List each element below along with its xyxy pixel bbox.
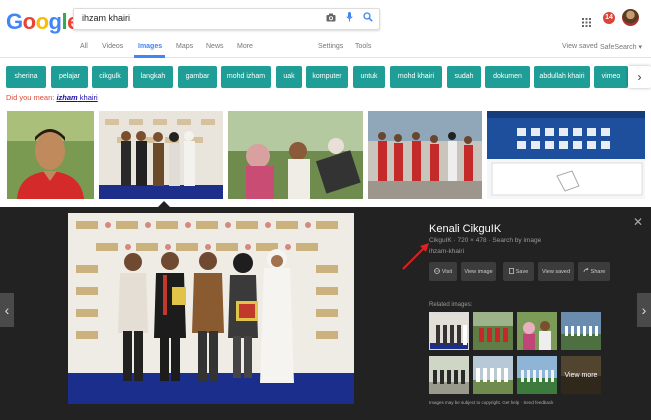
logo-letter: o bbox=[35, 9, 49, 34]
tab-all[interactable]: All bbox=[80, 43, 88, 50]
chip-langkah[interactable]: langkah bbox=[133, 66, 173, 88]
chip-sudah[interactable]: sudah bbox=[447, 66, 481, 88]
share-button[interactable]: Share bbox=[578, 262, 610, 281]
related-image-1[interactable] bbox=[429, 312, 469, 350]
did-you-mean-rest[interactable]: khairi bbox=[78, 93, 98, 102]
preview-image[interactable] bbox=[68, 213, 354, 404]
settings-link[interactable]: Settings bbox=[318, 43, 343, 50]
chip-gambar[interactable]: gambar bbox=[178, 66, 217, 88]
tab-news[interactable]: News bbox=[206, 43, 224, 50]
bookmark-icon bbox=[508, 267, 514, 276]
tab-images[interactable]: Images bbox=[138, 43, 162, 50]
chip-uak[interactable]: uak bbox=[276, 66, 302, 88]
tab-more[interactable]: More bbox=[237, 43, 253, 50]
globe-icon bbox=[433, 267, 440, 276]
tab-videos[interactable]: Videos bbox=[102, 43, 123, 50]
view-saved-link[interactable]: View saved bbox=[562, 43, 598, 50]
safesearch-dropdown[interactable]: SafeSearch ▾ bbox=[600, 43, 642, 51]
related-search-chips: sherina pelajar cikgulk langkah gambar m… bbox=[6, 66, 628, 88]
did-you-mean-prefix: Did you mean: bbox=[6, 93, 57, 102]
view-image-label: View image bbox=[464, 268, 493, 275]
chip-sherina[interactable]: sherina bbox=[6, 66, 46, 88]
chip-dokumen[interactable]: dokumen bbox=[485, 66, 530, 88]
preview-title[interactable]: Kenali CikguIK bbox=[429, 223, 501, 235]
chip-mohd-khairi[interactable]: mohd khairi bbox=[390, 66, 442, 88]
save-button[interactable]: Save bbox=[503, 262, 534, 281]
logo-letter: g bbox=[48, 9, 62, 34]
apps-grid-icon[interactable] bbox=[582, 14, 591, 32]
tab-maps[interactable]: Maps bbox=[176, 43, 193, 50]
related-image-6[interactable] bbox=[473, 356, 513, 394]
mic-icon[interactable] bbox=[346, 12, 353, 22]
image-result-3[interactable] bbox=[228, 111, 363, 199]
view-image-button[interactable]: View image bbox=[461, 262, 496, 281]
share-icon bbox=[583, 267, 589, 276]
preview-source-name: ihzam-khairi bbox=[429, 248, 465, 255]
search-icon[interactable] bbox=[363, 12, 373, 22]
google-images-page: Google 14 All Videos Images Maps New bbox=[0, 0, 651, 420]
chips-next-button[interactable]: › bbox=[628, 66, 651, 88]
tools-link[interactable]: Tools bbox=[355, 43, 371, 50]
search-box bbox=[73, 8, 380, 30]
related-image-view-more[interactable]: View more bbox=[561, 356, 601, 394]
red-arrow-annotation bbox=[402, 243, 429, 270]
visit-button[interactable]: Visit bbox=[429, 262, 457, 281]
related-image-3[interactable] bbox=[517, 312, 557, 350]
chip-komputer[interactable]: komputer bbox=[306, 66, 348, 88]
next-image-button[interactable]: › bbox=[637, 293, 651, 327]
close-preview-button[interactable]: ✕ bbox=[633, 215, 643, 229]
get-help-link[interactable]: Get help bbox=[502, 400, 519, 405]
previous-image-button[interactable]: ‹ bbox=[0, 293, 14, 327]
chip-abdullah-khairi[interactable]: abdullah khairi bbox=[534, 66, 590, 88]
related-image-5[interactable] bbox=[429, 356, 469, 394]
chip-mohd-izham[interactable]: mohd izham bbox=[221, 66, 271, 88]
related-image-4[interactable] bbox=[561, 312, 601, 350]
view-saved-label: View saved bbox=[541, 268, 571, 275]
google-logo[interactable]: Google bbox=[6, 9, 79, 35]
search-nav: All Videos Images Maps News More Setting… bbox=[0, 38, 651, 58]
preview-meta: CikguIK · 720 × 478 · Search by image bbox=[429, 237, 542, 244]
related-image-7[interactable] bbox=[517, 356, 557, 394]
image-result-5[interactable] bbox=[487, 111, 645, 199]
chip-cikgulk[interactable]: cikgulk bbox=[92, 66, 128, 88]
related-image-2[interactable] bbox=[473, 312, 513, 350]
chip-untuk[interactable]: untuk bbox=[353, 66, 385, 88]
search-input[interactable] bbox=[82, 13, 312, 23]
related-images-label: Related images: bbox=[429, 302, 473, 308]
save-label: Save bbox=[515, 268, 529, 275]
logo-letter: o bbox=[22, 9, 36, 34]
chip-pelajar[interactable]: pelajar bbox=[51, 66, 88, 88]
avatar[interactable] bbox=[622, 9, 639, 26]
send-feedback-link[interactable]: Send feedback bbox=[523, 400, 553, 405]
view-saved-button[interactable]: View saved bbox=[538, 262, 574, 281]
copyright-text: Images may be subject to copyright. bbox=[429, 400, 503, 405]
visit-label: Visit bbox=[441, 268, 453, 275]
chip-vimeo[interactable]: vimeo bbox=[594, 66, 628, 88]
logo-letter: G bbox=[6, 9, 23, 34]
camera-icon[interactable] bbox=[326, 13, 336, 22]
did-you-mean: Did you mean: izham khairi bbox=[6, 93, 98, 102]
copyright-note: Images may be subject to copyright. Get … bbox=[429, 400, 553, 405]
view-more-label: View more bbox=[561, 356, 601, 394]
image-result-2-selected[interactable] bbox=[99, 111, 223, 199]
image-result-1[interactable] bbox=[7, 111, 94, 199]
active-tab-underline bbox=[134, 55, 165, 58]
notification-badge[interactable]: 14 bbox=[603, 12, 615, 24]
did-you-mean-suggestion[interactable]: izham bbox=[56, 93, 77, 102]
image-result-4[interactable] bbox=[368, 111, 482, 199]
share-label: Share bbox=[590, 268, 606, 275]
